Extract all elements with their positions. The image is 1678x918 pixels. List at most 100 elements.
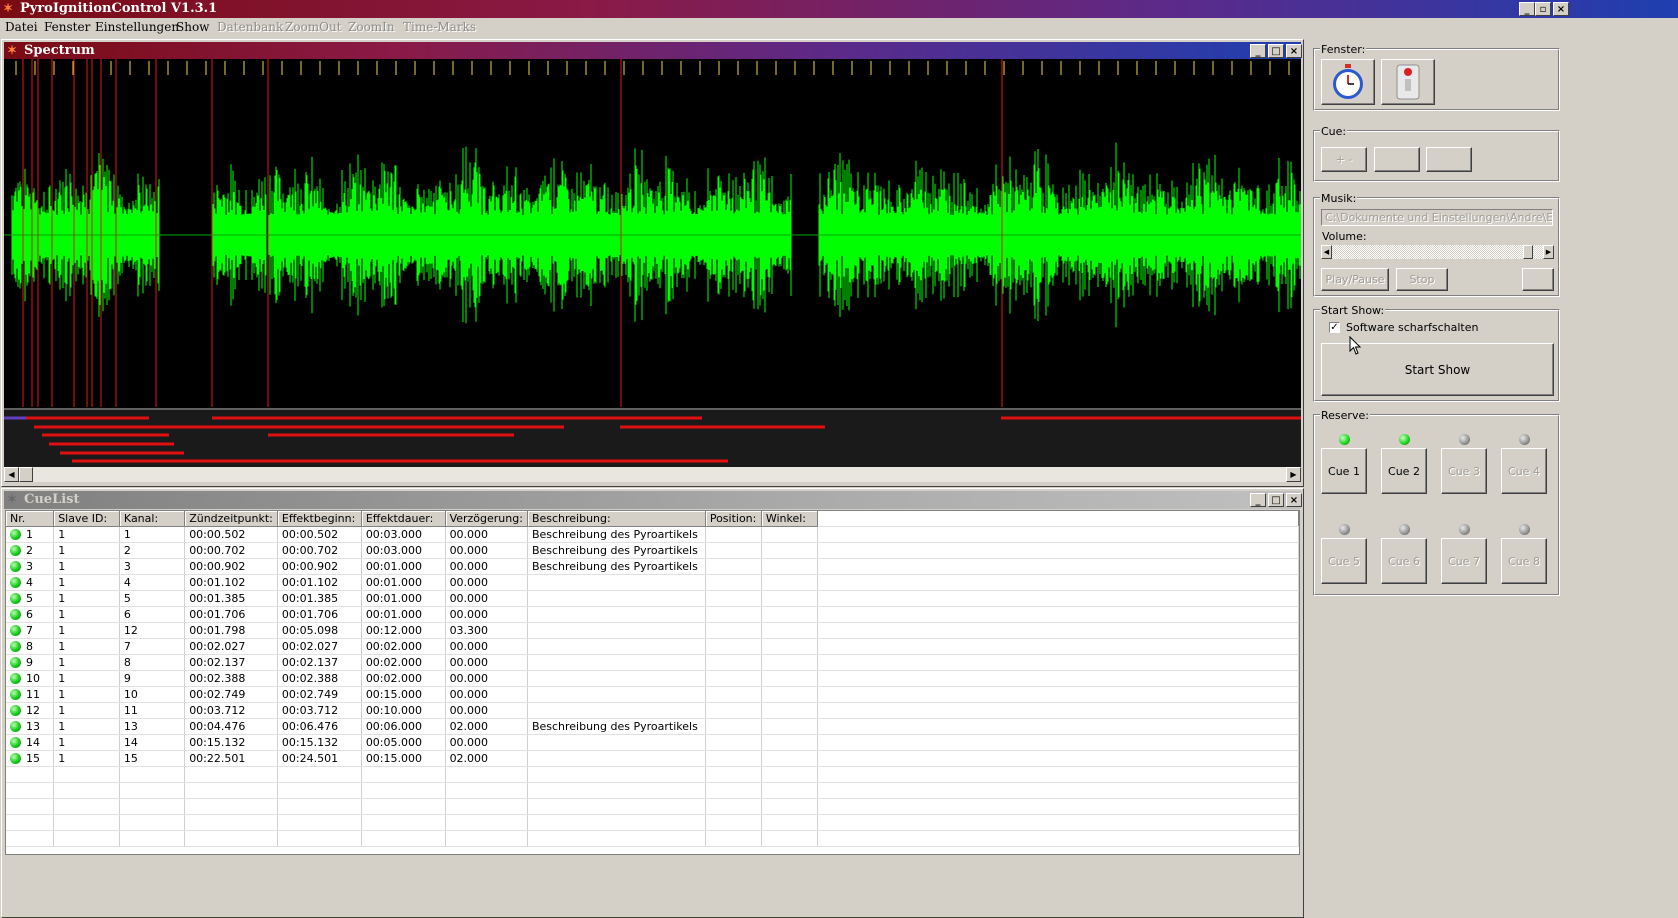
reserve-cue-4-button[interactable]: Cue 4	[1501, 448, 1547, 494]
table-cell	[277, 798, 362, 815]
cuelist-title-bar[interactable]: ✶ CueList _ □ ×	[4, 491, 1302, 509]
menu-show[interactable]: Show	[176, 20, 209, 34]
cue-button-2[interactable]	[1374, 147, 1420, 172]
music-path-field[interactable]: C:\Dokumente und Einstellungen\Andre\Eig…	[1321, 209, 1553, 226]
reserve-cue-8-button[interactable]: Cue 8	[1501, 538, 1547, 584]
table-cell	[445, 830, 528, 847]
table-row[interactable]	[6, 766, 1299, 783]
timer-window-button[interactable]	[1321, 59, 1375, 105]
reserve-cue-3-button[interactable]: Cue 3	[1441, 448, 1487, 494]
table-cell	[761, 750, 818, 767]
table-row[interactable]: 13 1 13 00:04.476 00:06.476 00:06.000 02.000 Be…	[6, 718, 1299, 735]
column-header[interactable]: Nr.	[6, 511, 55, 527]
cuelist-close-button[interactable]: ×	[1286, 493, 1302, 507]
table-cell	[527, 782, 706, 799]
menu-datenbank[interactable]: Datenbank	[217, 20, 283, 34]
remote-window-button[interactable]	[1381, 59, 1435, 105]
table-cell	[705, 798, 762, 815]
volume-left-arrow[interactable]: ◀	[1321, 245, 1332, 259]
spectrum-maximize-button[interactable]: □	[1268, 44, 1284, 58]
restore-button[interactable]: ▫	[1535, 2, 1551, 16]
spectrum-title-bar[interactable]: ✶ Spectrum _ □ ×	[4, 42, 1302, 60]
cue-add-remove-button[interactable]: + -	[1321, 147, 1367, 172]
table-cell	[361, 830, 446, 847]
scroll-right-arrow[interactable]: ▶	[1286, 467, 1301, 482]
reserve-cue-7-button[interactable]: Cue 7	[1441, 538, 1487, 584]
play-pause-button[interactable]: Play/Pause	[1321, 268, 1389, 291]
minimize-button[interactable]: _	[1519, 2, 1535, 16]
table-cell: 00:03.000	[361, 542, 446, 559]
cuelist-minimize-button[interactable]: _	[1250, 493, 1266, 507]
column-header[interactable]: Beschreibung:	[527, 511, 706, 527]
app-title-bar[interactable]: ✶ PyroIgnitionControl V1.3.1 _ ▫ ×	[0, 0, 1678, 18]
column-header[interactable]: Effektdauer:	[361, 511, 446, 527]
table-row[interactable]: 1 1 1 00:00.502 00:00.502 00:03.000 00.000 Besc…	[6, 526, 1299, 543]
table-row[interactable]	[6, 782, 1299, 799]
table-row[interactable]: 10 1 9 00:02.388 00:02.388 00:02.000 00.000	[6, 670, 1299, 687]
table-row[interactable]	[6, 798, 1299, 815]
table-cell: 00.000	[445, 526, 528, 543]
table-cell	[6, 766, 55, 783]
cue-button-3[interactable]	[1426, 147, 1472, 172]
table-row[interactable]: 3 1 3 00:00.902 00:00.902 00:01.000 00.000 Besc…	[6, 558, 1299, 575]
table-cell	[817, 766, 1299, 783]
table-cell	[53, 766, 120, 783]
stop-button[interactable]: Stop	[1396, 268, 1448, 291]
table-row[interactable]: 15 1 15 00:22.501 00:24.501 00:15.000 02.000	[6, 750, 1299, 767]
menu-time-marks[interactable]: Time-Marks	[403, 20, 476, 34]
scroll-thumb[interactable]	[19, 467, 33, 482]
menu-datei[interactable]: Datei	[5, 20, 38, 34]
waveform-canvas[interactable]	[4, 59, 1301, 467]
scroll-left-arrow[interactable]: ◀	[4, 467, 19, 482]
table-cell	[817, 734, 1299, 751]
column-header[interactable]: Slave ID:	[53, 511, 120, 527]
column-header[interactable]: Winkel:	[761, 511, 818, 527]
table-row[interactable]	[6, 814, 1299, 831]
spectrum-scrollbar[interactable]: ◀ ▶	[4, 467, 1301, 482]
reserve-cue-1-button[interactable]: Cue 1	[1321, 448, 1367, 494]
volume-slider[interactable]: ◀ ▶	[1321, 245, 1554, 259]
arm-software-checkbox[interactable]: ✓	[1329, 322, 1340, 333]
table-row[interactable]: 5 1 5 00:01.385 00:01.385 00:01.000 00.000	[6, 590, 1299, 607]
column-header[interactable]: Position:	[705, 511, 762, 527]
cuelist-table-container[interactable]: Nr. Slave ID: Kanal: Zündzeitpunkt: Effektbe…	[5, 510, 1300, 855]
menu-einstellungen[interactable]: Einstellungen	[95, 20, 179, 34]
cue-status-led-icon	[10, 545, 21, 556]
table-cell	[6, 830, 55, 847]
column-header[interactable]: Zündzeitpunkt:	[184, 511, 278, 527]
menu-zoomin[interactable]: ZoomIn	[348, 20, 395, 34]
table-row[interactable]: 6 1 6 00:01.706 00:01.706 00:01.000 00.000	[6, 606, 1299, 623]
reserve-cue-2-button[interactable]: Cue 2	[1381, 448, 1427, 494]
column-header[interactable]: Effektbeginn:	[277, 511, 362, 527]
table-row[interactable]	[6, 830, 1299, 847]
table-row[interactable]: 4 1 4 00:01.102 00:01.102 00:01.000 00.000	[6, 574, 1299, 591]
table-row[interactable]: 9 1 8 00:02.137 00:02.137 00:02.000 00.000	[6, 654, 1299, 671]
table-row[interactable]: 12 1 11 00:03.712 00:03.712 00:10.000 00.000	[6, 702, 1299, 719]
table-row[interactable]: 8 1 7 00:02.027 00:02.027 00:02.000 00.000	[6, 638, 1299, 655]
table-cell: 00:03.000	[361, 526, 446, 543]
table-cell	[527, 702, 706, 719]
music-extra-button[interactable]	[1522, 268, 1554, 291]
arm-software-label[interactable]: Software scharfschalten	[1346, 321, 1478, 334]
volume-right-arrow[interactable]: ▶	[1543, 245, 1554, 259]
volume-thumb[interactable]	[1522, 245, 1533, 259]
close-button[interactable]: ×	[1553, 2, 1569, 16]
cuelist-maximize-button[interactable]: □	[1268, 493, 1284, 507]
table-row[interactable]: 11 1 10 00:02.749 00:02.749 00:15.000 00.000	[6, 686, 1299, 703]
table-cell	[527, 638, 706, 655]
table-cell	[761, 606, 818, 623]
column-header[interactable]: Kanal:	[119, 511, 186, 527]
spectrum-waveform-area[interactable]	[4, 59, 1301, 467]
spectrum-minimize-button[interactable]: _	[1250, 44, 1266, 58]
table-row[interactable]: 7 1 12 00:01.798 00:05.098 00:12.000 03.300	[6, 622, 1299, 639]
cuelist-table[interactable]: Nr. Slave ID: Kanal: Zündzeitpunkt: Effektbe…	[6, 511, 1299, 847]
reserve-cue-5-button[interactable]: Cue 5	[1321, 538, 1367, 584]
table-cell: 00:00.902	[277, 558, 362, 575]
spectrum-close-button[interactable]: ×	[1286, 44, 1302, 58]
reserve-cue-6-button[interactable]: Cue 6	[1381, 538, 1427, 584]
menu-fenster[interactable]: Fenster	[44, 20, 90, 34]
table-row[interactable]: 14 1 14 00:15.132 00:15.132 00:05.000 00.000	[6, 734, 1299, 751]
table-row[interactable]: 2 1 2 00:00.702 00:00.702 00:03.000 00.000 Besc…	[6, 542, 1299, 559]
menu-zoomout[interactable]: ZoomOut	[285, 20, 342, 34]
column-header[interactable]: Verzögerung:	[445, 511, 528, 527]
